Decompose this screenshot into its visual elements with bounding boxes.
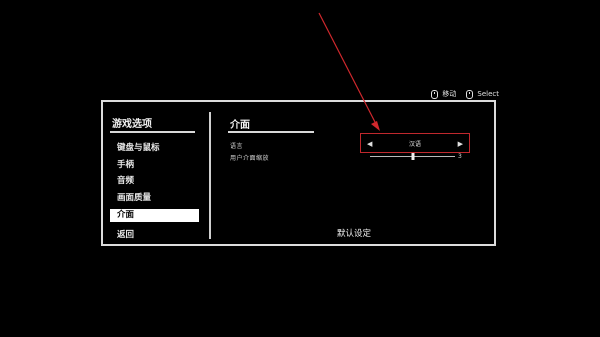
- mouse-icon: [466, 89, 474, 99]
- sidebar-item-audio[interactable]: 音频: [110, 173, 200, 190]
- ui-scale-label: 用户介面缩放: [230, 155, 270, 162]
- content-title: 介面: [230, 120, 250, 131]
- sidebar-title-underline: [110, 131, 195, 133]
- restore-defaults-button[interactable]: 默认设定: [337, 227, 371, 239]
- control-hints: 移动 Select: [431, 89, 499, 99]
- sidebar-title: 游戏选项: [112, 119, 152, 130]
- options-panel: 游戏选项 键盘与鼠标 手柄 音频 画面质量 介面 返回 介面 语言 ◀ 汉语 ▶…: [101, 100, 496, 246]
- hint-select-label: Select: [477, 90, 499, 98]
- sidebar-item-graphics[interactable]: 画面质量: [110, 190, 200, 207]
- back-button[interactable]: 返回: [110, 227, 200, 244]
- hint-move-label: 移动: [442, 90, 457, 98]
- language-selector[interactable]: ◀ 汉语 ▶: [360, 133, 470, 153]
- ui-scale-value: 3: [458, 153, 462, 160]
- sidebar-menu: 键盘与鼠标 手柄 音频 画面质量 介面 返回: [110, 140, 200, 244]
- language-label: 语言: [230, 143, 244, 150]
- hint-move: 移动: [431, 89, 456, 99]
- arrow-right-icon[interactable]: ▶: [458, 140, 463, 148]
- arrow-left-icon[interactable]: ◀: [367, 140, 372, 148]
- content-title-underline: [228, 131, 314, 133]
- ui-scale-slider[interactable]: [370, 153, 455, 160]
- hint-select: Select: [466, 89, 499, 99]
- slider-thumb[interactable]: [411, 153, 414, 160]
- language-value: 汉语: [408, 141, 421, 148]
- mouse-icon: [431, 89, 439, 99]
- sidebar-item-gamepad[interactable]: 手柄: [110, 157, 200, 174]
- sidebar-item-interface[interactable]: 介面: [110, 209, 199, 222]
- panel-divider: [209, 112, 211, 239]
- sidebar-item-keyboard-mouse[interactable]: 键盘与鼠标: [110, 140, 200, 157]
